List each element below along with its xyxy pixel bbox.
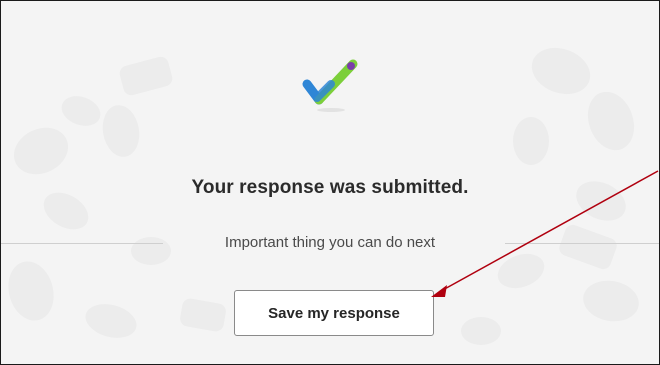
checkmark-icon xyxy=(301,56,365,116)
confirmation-title: Your response was submitted. xyxy=(191,177,469,198)
form-confirmation-panel: Your response was submitted. Important t… xyxy=(0,0,660,365)
next-step-divider: Important thing you can do next xyxy=(1,233,659,253)
save-response-button[interactable]: Save my response xyxy=(234,290,434,336)
divider-line-right xyxy=(505,243,659,244)
